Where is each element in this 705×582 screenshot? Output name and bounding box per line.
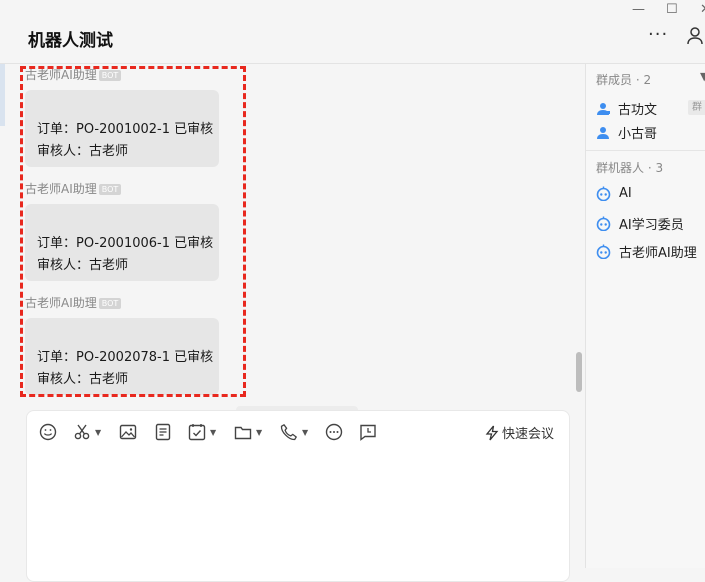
close-button[interactable]: ✕ (700, 2, 705, 18)
chevron-down-icon[interactable]: ▼ (256, 428, 262, 437)
message-line: 订单：PO-2001002-1 已审核 (37, 122, 214, 137)
bot-badge: BOT (98, 184, 122, 195)
minimize-button[interactable]: — (632, 2, 645, 18)
screenshot-button[interactable]: ▼ (73, 423, 101, 441)
robots-section-label: 群机器人 · 3 (596, 161, 664, 175)
quick-meeting-button[interactable]: 快速会议 (485, 423, 554, 442)
quick-meeting-label: 快速会议 (502, 427, 555, 442)
members-section-label: 群成员 · 2 (596, 73, 652, 87)
message-item: 古老师AI助理 BOT 订单：PO-2001006-1 已审核 审核人：古老师 (25, 181, 219, 281)
sender-name: 古老师AI助理 (25, 296, 97, 310)
message-bubble[interactable]: 订单：PO-2001002-1 已审核 审核人：古老师 (25, 90, 219, 167)
lightning-icon (485, 425, 499, 440)
maximize-button[interactable]: ☐ (666, 2, 678, 18)
folder-icon (234, 426, 252, 440)
sender-name: 古老师AI助理 (25, 68, 97, 82)
message-line: 订单：PO-2002078-1 已审核 (37, 350, 214, 365)
chat-scrollbar[interactable] (576, 352, 582, 392)
message-line: 审核人：古老师 (37, 144, 129, 159)
member-name: 小古哥 (618, 127, 658, 142)
document-icon (155, 423, 171, 441)
more-circle-icon (325, 423, 343, 441)
robot-icon (596, 244, 611, 259)
robot-name: AI学习委员 (619, 218, 684, 233)
emoji-button[interactable] (39, 423, 57, 441)
user-icon (597, 102, 610, 115)
panel-divider (586, 150, 705, 151)
checkbox-calendar-icon (188, 424, 206, 441)
chat-title: 机器人测试 (28, 31, 113, 51)
more-options-button[interactable]: ··· (648, 24, 668, 45)
member-item[interactable]: 小古哥 (596, 123, 657, 142)
robot-icon (596, 216, 611, 231)
member-name: 古功文 (618, 103, 658, 118)
robot-name: 古老师AI助理 (619, 246, 697, 261)
document-button[interactable] (154, 423, 172, 441)
more-tools-button[interactable] (325, 423, 343, 441)
message-line: 审核人：古老师 (37, 372, 129, 387)
user-icon (597, 126, 609, 139)
bot-badge: BOT (98, 70, 122, 81)
owner-tag: 群主 (688, 100, 705, 115)
scissors-icon (74, 424, 90, 440)
group-info-panel: 群成员 · 2 ▼ 古功文 群主 小古哥 群机器人 · 3 AI AI学习委员 … (585, 64, 705, 568)
task-button[interactable]: ▼ (188, 423, 216, 441)
bot-badge: BOT (98, 298, 122, 309)
message-line: 审核人：古老师 (37, 258, 129, 273)
add-member-icon[interactable] (686, 26, 705, 50)
message-bubble[interactable]: 订单：PO-2001006-1 已审核 审核人：古老师 (25, 204, 219, 281)
message-sender: 古老师AI助理 BOT (25, 295, 219, 311)
chevron-down-icon[interactable]: ▼ (302, 428, 308, 437)
message-composer[interactable]: ▼ ▼ ▼ ▼ 快速会议 (26, 410, 570, 582)
smiley-icon (39, 423, 57, 441)
image-icon (119, 424, 137, 440)
chevron-down-icon[interactable]: ▼ (210, 428, 216, 437)
message-bubble[interactable]: 订单：PO-2002078-1 已审核 审核人：古老师 (25, 318, 219, 395)
member-item[interactable]: 古功文 (596, 99, 657, 118)
chat-history-button[interactable] (359, 423, 377, 441)
message-sender: 古老师AI助理 BOT (25, 67, 219, 83)
message-sender: 古老师AI助理 BOT (25, 181, 219, 197)
robot-item[interactable]: AI (596, 186, 632, 201)
sender-name: 古老师AI助理 (25, 182, 97, 196)
clock-message-icon (360, 424, 376, 441)
robot-icon (596, 186, 611, 201)
message-list[interactable]: 古老师AI助理 BOT 订单：PO-2001002-1 已审核 审核人：古老师 古… (5, 64, 585, 404)
members-collapse-icon[interactable]: ▼ (700, 70, 705, 83)
image-button[interactable] (119, 423, 137, 441)
message-line: 订单：PO-2001006-1 已审核 (37, 236, 214, 251)
robot-item[interactable]: AI学习委员 (596, 214, 684, 233)
robot-name: AI (619, 186, 632, 201)
chevron-down-icon[interactable]: ▼ (95, 428, 101, 437)
call-button[interactable]: ▼ (280, 423, 308, 441)
phone-icon (280, 423, 298, 441)
robot-item[interactable]: 古老师AI助理 (596, 242, 697, 261)
message-item: 古老师AI助理 BOT 订单：PO-2002078-1 已审核 审核人：古老师 (25, 295, 219, 395)
message-item: 古老师AI助理 BOT 订单：PO-2001002-1 已审核 审核人：古老师 (25, 67, 219, 167)
folder-button[interactable]: ▼ (234, 423, 262, 441)
